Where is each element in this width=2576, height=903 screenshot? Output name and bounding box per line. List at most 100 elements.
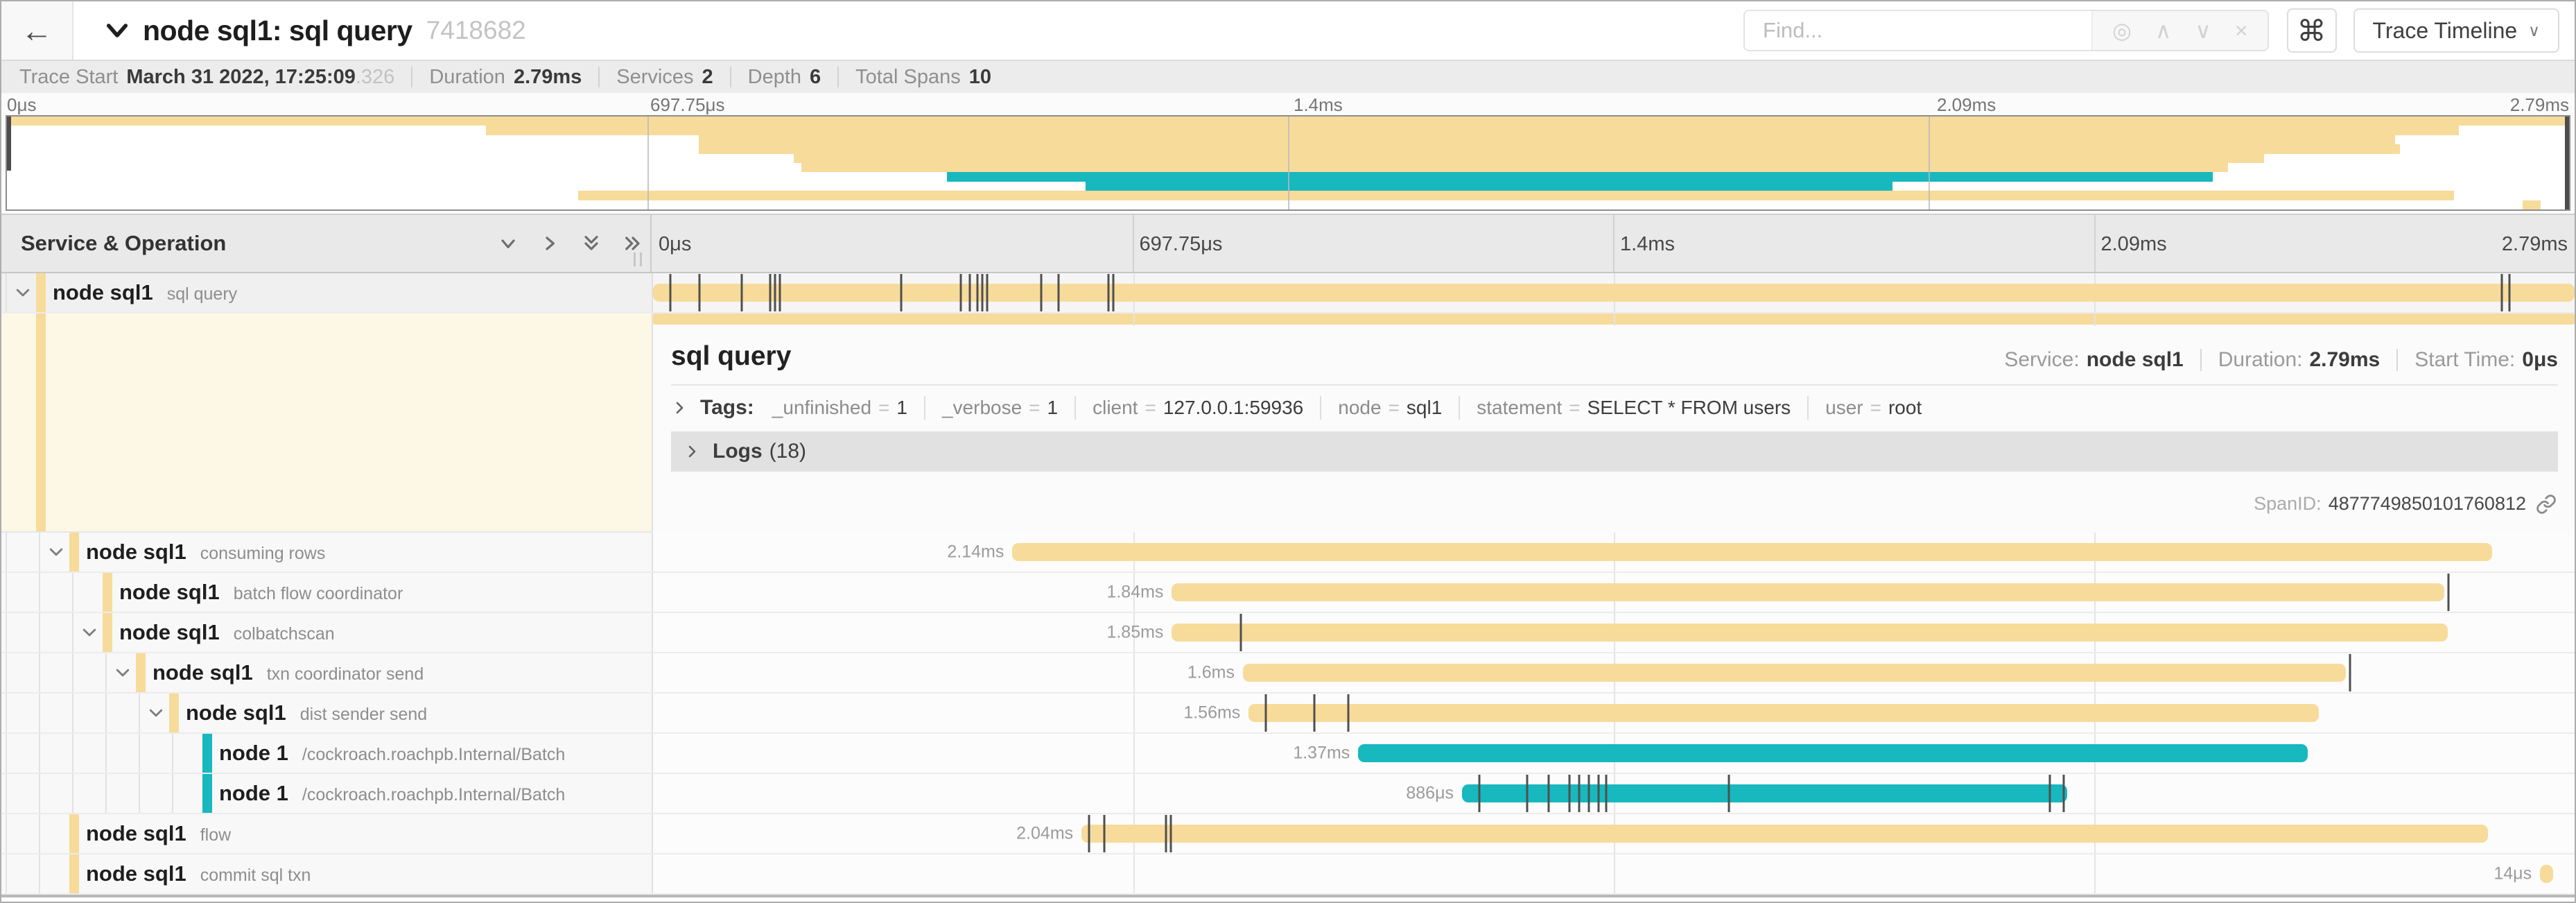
chevron-down-icon[interactable]: ∨ <box>2195 19 2211 42</box>
span-detail-header: sql query Service:node sql1 Duration:2.7… <box>671 326 2558 386</box>
span-bar[interactable] <box>1012 543 2491 561</box>
span-row[interactable]: node sql1commit sql txn14μs <box>1 854 2575 895</box>
back-button[interactable]: ← <box>1 1 73 60</box>
minimap-right-handle[interactable] <box>2565 117 2569 209</box>
operation-name: colbatchscan <box>234 624 335 644</box>
logs-accordion[interactable]: Logs (18) <box>671 431 2558 472</box>
span-bar[interactable] <box>1358 744 2307 762</box>
expand-one-icon[interactable] <box>622 232 644 255</box>
keyboard-shortcuts-button[interactable]: ⌘ <box>2287 8 2337 53</box>
locate-icon[interactable]: ◎ <box>2112 19 2132 42</box>
operation-name: /cockroach.roachpb.Internal/Batch <box>302 745 565 764</box>
tag-equals: = <box>1138 397 1163 418</box>
chevron-down-icon[interactable] <box>114 664 132 682</box>
span-tree-cell[interactable]: node sql1txn coordinator send <box>1 653 652 692</box>
span-row[interactable]: node sql1colbatchscan1.85ms <box>1 613 2575 653</box>
tag-value: SELECT * FROM users <box>1587 397 1791 418</box>
span-bar[interactable] <box>1248 704 2319 722</box>
span-timeline-cell[interactable]: 886μs <box>652 774 2575 813</box>
span-timeline-cell[interactable]: 1.37ms <box>652 734 2575 773</box>
clear-icon[interactable]: × <box>2235 19 2248 42</box>
tag-key: user <box>1825 397 1863 418</box>
tree-guide-line <box>72 653 73 692</box>
expand-all-icon[interactable] <box>580 232 602 255</box>
deep-link-icon[interactable] <box>2536 494 2557 515</box>
span-timeline-cell[interactable]: 14μs <box>652 854 2575 893</box>
log-marker-tick <box>774 274 776 311</box>
span-row[interactable]: node sql1batch flow coordinator 1.84ms <box>1 573 2575 613</box>
span-tree-cell[interactable]: node sql1dist sender send <box>1 694 652 732</box>
trace-view-selector[interactable]: Trace Timeline ∨ <box>2353 8 2560 53</box>
log-marker-tick <box>1728 775 1730 812</box>
span-bar[interactable] <box>1243 664 2346 682</box>
chevron-down-icon <box>103 16 132 45</box>
log-marker-tick <box>1578 775 1581 812</box>
minimap-left-handle[interactable] <box>7 117 11 171</box>
span-tree-cell[interactable]: node sql1commit sql txn <box>1 854 652 893</box>
log-marker-tick <box>698 274 700 311</box>
tag-value: root <box>1888 397 1922 418</box>
tree-guide-line <box>6 613 7 652</box>
tree-guide-line <box>105 694 107 732</box>
tags-accordion[interactable]: Tags: _unfinished=1_verbose=1client=127.… <box>671 388 2558 427</box>
span-timeline-cell[interactable]: 1.56ms <box>652 694 2575 732</box>
span-bar[interactable] <box>1081 825 2488 843</box>
span-tree-cell[interactable]: node 1/cockroach.roachpb.Internal/Batch <box>1 734 652 773</box>
find-input[interactable] <box>1745 11 2091 50</box>
span-tree-cell[interactable]: node sql1consuming rows <box>1 533 652 571</box>
span-tree-cell[interactable]: node sql1colbatchscan <box>1 613 652 652</box>
column-resize-grip[interactable] <box>634 252 642 266</box>
span-detail-bar-row <box>653 313 2575 326</box>
collapse-trace-button[interactable] <box>103 16 132 45</box>
span-bar[interactable] <box>653 284 2575 302</box>
span-tree-cell[interactable]: node sql1batch flow coordinator <box>1 573 652 612</box>
span-row[interactable]: node sql1flow2.04ms <box>1 814 2575 854</box>
span-row[interactable]: node sql1consuming rows2.14ms <box>1 533 2575 573</box>
span-row[interactable]: node 1/cockroach.roachpb.Internal/Batch1… <box>1 734 2575 774</box>
collapse-one-icon[interactable] <box>539 232 561 255</box>
span-timeline-cell[interactable]: 1.85ms <box>652 613 2575 652</box>
span-row[interactable]: node sql1txn coordinator send1.6ms <box>1 653 2575 694</box>
span-timeline-cell[interactable]: 1.6ms <box>652 653 2575 692</box>
span-timeline-cell[interactable]: 2.14ms <box>652 533 2575 571</box>
span-timeline-cell[interactable] <box>652 273 2575 312</box>
log-marker-tick <box>1478 775 1480 812</box>
collapse-all-icon[interactable] <box>497 232 519 255</box>
tags-label: Tags: <box>700 396 754 420</box>
tag-item: user=root <box>1825 397 1922 419</box>
timeline-gridline <box>1614 313 1615 326</box>
tree-guide-line <box>6 694 7 732</box>
span-bar[interactable] <box>1172 624 2448 642</box>
span-name-group: node sql1sql query <box>53 280 237 305</box>
span-id-value: 4877749850101760812 <box>2329 493 2526 515</box>
span-name-group: node sql1batch flow coordinator <box>119 580 403 605</box>
log-marker-tick <box>1605 775 1607 812</box>
service-name: node sql1 <box>53 280 153 304</box>
log-marker-tick <box>1313 694 1315 732</box>
minimap-canvas[interactable] <box>6 115 2570 211</box>
operation-name: consuming rows <box>200 544 326 563</box>
span-bar[interactable] <box>1172 583 2444 601</box>
chevron-down-icon[interactable] <box>14 284 32 302</box>
span-row[interactable]: node 1/cockroach.roachpb.Internal/Batch 8… <box>1 774 2575 814</box>
span-name-group: node 1/cockroach.roachpb.Internal/Batch <box>219 781 565 806</box>
tag-item: node=sql1 <box>1338 397 1442 419</box>
span-bar[interactable] <box>1462 784 2067 802</box>
ruler-tick: 697.75μs <box>1140 233 1223 256</box>
divider <box>730 67 731 87</box>
span-detail-title: sql query <box>671 341 791 372</box>
span-bar[interactable] <box>2540 865 2553 883</box>
span-row[interactable]: node sql1sql query <box>1 273 2575 313</box>
span-tree-cell[interactable]: node 1/cockroach.roachpb.Internal/Batch <box>1 774 652 813</box>
span-color-accent <box>169 694 179 732</box>
start-time-label: Start Time: <box>2414 348 2515 372</box>
span-timeline-cell[interactable]: 1.84ms <box>652 573 2575 612</box>
chevron-down-icon[interactable] <box>147 704 165 722</box>
span-row[interactable]: node sql1dist sender send1.56ms <box>1 694 2575 734</box>
chevron-down-icon[interactable] <box>47 543 65 561</box>
chevron-up-icon[interactable]: ∧ <box>2155 19 2171 42</box>
span-tree-cell[interactable]: node sql1flow <box>1 814 652 853</box>
span-tree-cell[interactable]: node sql1sql query <box>1 273 652 312</box>
chevron-down-icon[interactable] <box>80 624 98 642</box>
span-timeline-cell[interactable]: 2.04ms <box>652 814 2575 853</box>
